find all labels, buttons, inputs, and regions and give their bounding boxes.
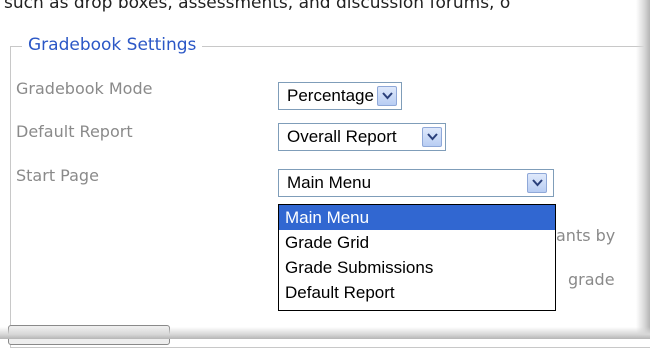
partial-text-line2: grade [568,270,615,289]
chevron-down-icon[interactable] [422,127,442,147]
dropdown-option[interactable]: Main Menu [279,205,555,230]
gradebook-mode-value: Percentage [287,86,374,105]
dropdown-option[interactable]: Grade Grid [279,230,555,255]
fieldset-legend: Gradebook Settings [22,35,203,55]
torn-edge-bottom [0,327,650,339]
dropdown-option[interactable]: Default Report [279,280,555,305]
top-cut-text: such as drop boxes, assessments, and dis… [4,0,511,13]
torn-edge-right [636,0,650,339]
start-page-label: Start Page [16,166,99,185]
default-report-value: Overall Report [287,127,397,146]
gradebook-mode-select[interactable]: Percentage [278,82,402,110]
dropdown-option[interactable]: Grade Submissions [279,255,555,280]
default-report-select[interactable]: Overall Report [278,123,446,151]
start-page-value: Main Menu [287,173,372,192]
start-page-select[interactable]: Main Menu [278,169,554,197]
gradebook-mode-label: Gradebook Mode [16,79,153,98]
partial-text-line1: ants by [556,226,616,245]
default-report-label: Default Report [16,122,133,141]
chevron-down-icon[interactable] [527,173,547,193]
start-page-dropdown-list: Main Menu Grade Grid Grade Submissions D… [278,204,556,311]
chevron-down-icon[interactable] [377,86,397,106]
